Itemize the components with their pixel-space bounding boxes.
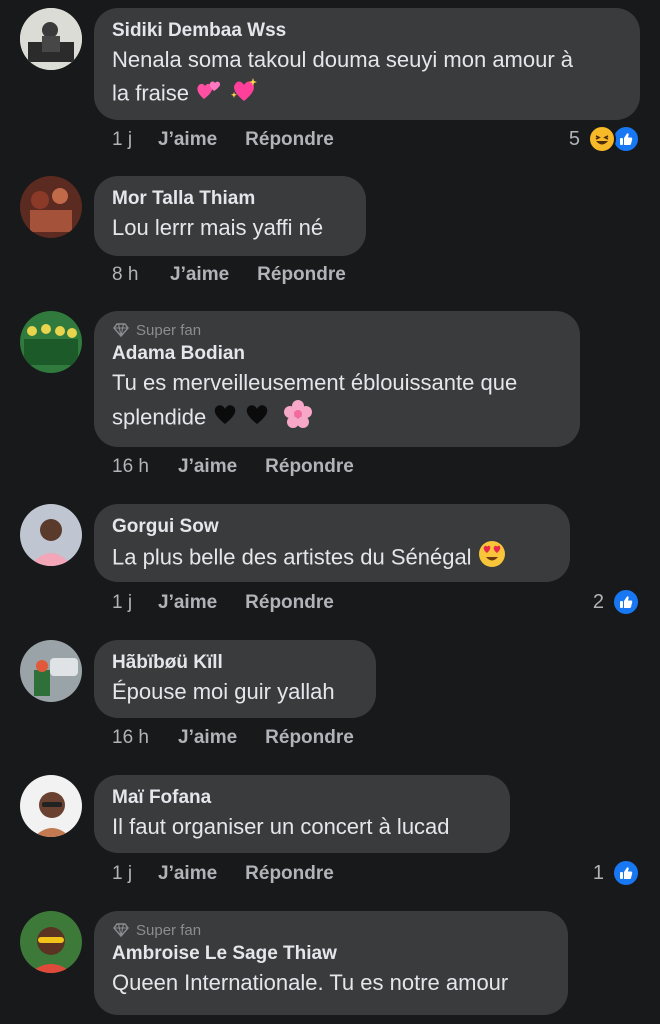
like-button[interactable]: J’aime	[158, 129, 217, 151]
comment-text-line: Nenala soma takoul douma seuyi mon amour…	[112, 47, 574, 72]
sparkling-heart-emoji	[229, 76, 259, 113]
comment-bubble: Gorgui Sow La plus belle des artistes du…	[94, 504, 570, 582]
comment-text: Queen Internationale. Tu es notre amour	[112, 970, 509, 995]
comment-text: Tu es merveilleusement éblouissante que …	[112, 367, 562, 438]
reply-button[interactable]: Répondre	[265, 456, 354, 478]
reaction-count: 2	[592, 590, 604, 613]
comment-meta: 16 h J’aime Répondre	[112, 452, 354, 482]
avatar[interactable]	[20, 640, 82, 702]
like-button[interactable]: J’aime	[158, 863, 217, 885]
comment-meta: 16 h J’aime Répondre	[112, 723, 354, 753]
reply-button[interactable]: Répondre	[245, 592, 334, 614]
avatar[interactable]	[20, 176, 82, 238]
super-fan-badge: Super fan	[112, 319, 562, 341]
comment-bubble: Super fan Ambroise Le Sage Thiaw Queen I…	[94, 911, 568, 1015]
diamond-icon	[113, 923, 129, 938]
reply-button[interactable]: Répondre	[265, 727, 354, 749]
black-heart-emoji	[212, 402, 238, 435]
comment-meta: 1 j J’aime Répondre	[112, 125, 334, 155]
comment-text: La plus belle des artistes du Sénégal	[112, 540, 552, 577]
comment-text: Épouse moi guir yallah	[112, 679, 335, 704]
reply-button[interactable]: Répondre	[257, 264, 346, 286]
like-icon	[612, 859, 640, 887]
comment-bubble: Maï Fofana Il faut organiser un concert …	[94, 775, 510, 853]
comment-text: Lou lerrr mais yaffi né	[112, 215, 324, 240]
comment-time[interactable]: 16 h	[112, 727, 178, 749]
diamond-icon	[113, 323, 129, 338]
badge-label: Super fan	[136, 321, 202, 339]
like-icon	[612, 588, 640, 616]
reaction-count: 1	[592, 861, 604, 884]
cherry-blossom-emoji	[283, 399, 313, 438]
black-heart-emoji	[244, 402, 270, 435]
haha-icon	[588, 125, 616, 153]
badge-label: Super fan	[136, 921, 202, 939]
comment-bubble: Hãbïbøü Kïll Épouse moi guir yallah	[94, 640, 376, 718]
comment-text: Il faut organiser un concert à lucad	[112, 814, 450, 839]
reply-button[interactable]: Répondre	[245, 129, 334, 151]
comment-author[interactable]: Hãbïbøü Kïll	[112, 650, 358, 676]
reaction-count: 5	[568, 127, 580, 150]
comment-bubble: Sidiki Dembaa Wss Nenala soma takoul dou…	[94, 8, 640, 120]
comment-author[interactable]: Maï Fofana	[112, 785, 492, 811]
comment-author[interactable]: Ambroise Le Sage Thiaw	[112, 941, 550, 967]
comment-author[interactable]: Mor Talla Thiam	[112, 186, 348, 212]
comment-time[interactable]: 16 h	[112, 456, 178, 478]
comment-bubble: Super fan Adama Bodian Tu es merveilleus…	[94, 311, 580, 447]
reaction-summary[interactable]: 5	[569, 124, 640, 154]
comment-time[interactable]: 1 j	[112, 863, 158, 885]
avatar[interactable]	[20, 775, 82, 837]
reply-button[interactable]: Répondre	[245, 863, 334, 885]
two-hearts-emoji	[195, 77, 223, 112]
comment-author[interactable]: Gorgui Sow	[112, 514, 552, 540]
like-button[interactable]: J’aime	[178, 456, 237, 478]
like-button[interactable]: J’aime	[158, 592, 217, 614]
comment-meta: 1 j J’aime Répondre	[112, 859, 334, 889]
comment-meta: 1 j J’aime Répondre	[112, 588, 334, 618]
comment-text-line: la fraise	[112, 80, 190, 106]
comment-text: Nenala soma takoul douma seuyi mon amour…	[112, 44, 622, 113]
comment-bubble: Mor Talla Thiam Lou lerrr mais yaffi né	[94, 176, 366, 256]
comment-meta: 8 h J’aime Répondre	[112, 260, 346, 290]
like-button[interactable]: J’aime	[178, 727, 237, 749]
comment-time[interactable]: 8 h	[112, 264, 170, 286]
comment-time[interactable]: 1 j	[112, 129, 158, 151]
avatar[interactable]	[20, 504, 82, 566]
like-icon	[612, 125, 640, 153]
comment-author[interactable]: Adama Bodian	[112, 341, 562, 367]
avatar[interactable]	[20, 8, 82, 70]
avatar[interactable]	[20, 911, 82, 973]
comment-text-line: splendide	[112, 404, 207, 430]
comment-author[interactable]: Sidiki Dembaa Wss	[112, 18, 622, 44]
reaction-summary[interactable]: 1	[593, 858, 640, 888]
comment-text-line: La plus belle des artistes du Sénégal	[112, 544, 472, 570]
avatar[interactable]	[20, 311, 82, 373]
reaction-summary[interactable]: 2	[593, 587, 640, 617]
like-button[interactable]: J’aime	[170, 264, 229, 286]
comment-time[interactable]: 1 j	[112, 592, 158, 614]
comment-text-line: Tu es merveilleusement éblouissante que	[112, 370, 518, 395]
heart-eyes-emoji	[478, 540, 506, 577]
super-fan-badge: Super fan	[112, 919, 550, 941]
